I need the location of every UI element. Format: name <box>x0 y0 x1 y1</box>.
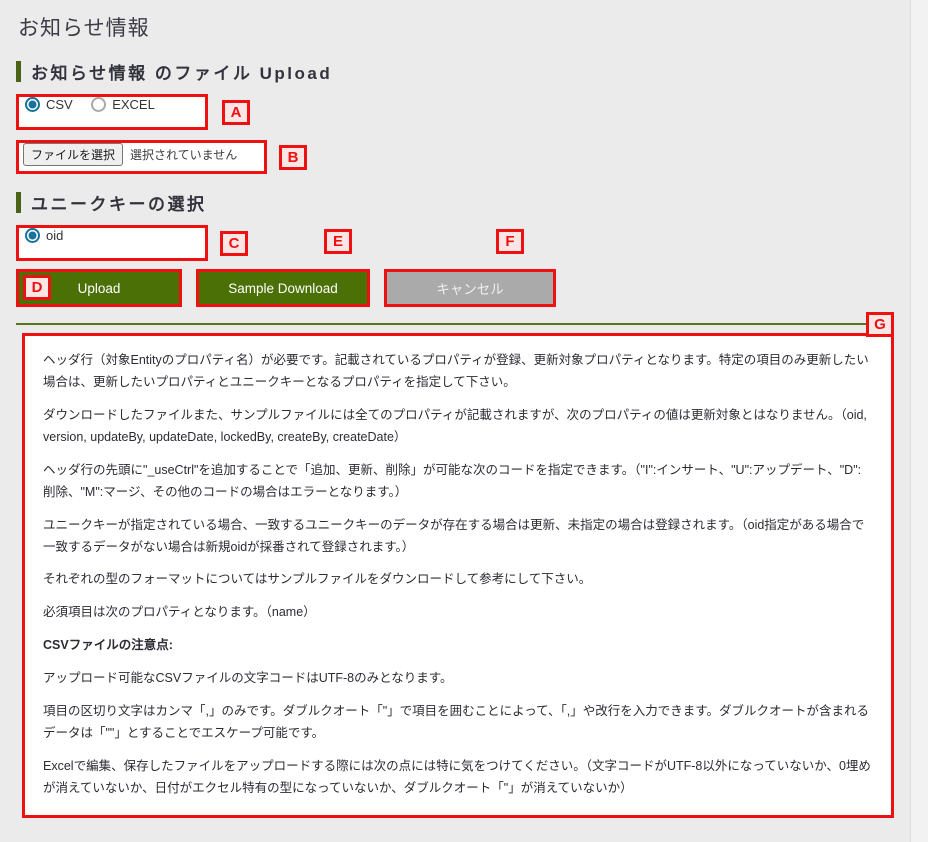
file-upload-input[interactable]: ファイルを選択 選択されていません <box>19 143 264 172</box>
file-input-inner: ファイルを選択 選択されていません <box>23 143 260 167</box>
note-paragraph: ヘッダ行（対象Entityのプロパティ名）が必要です。記載されているプロパティが… <box>43 353 869 390</box>
radio-label-oid: oid <box>46 228 64 244</box>
format-row: CSV EXCEL A <box>16 94 910 131</box>
note-paragraph: それぞれの型のフォーマットについてはサンプルファイルをダウンロードして参考にして… <box>43 572 592 587</box>
upload-section-heading: お知らせ情報 のファイル Upload <box>16 59 910 84</box>
note-paragraph-heading: CSVファイルの注意点: <box>43 638 173 653</box>
right-edge-strip <box>910 0 928 842</box>
note-paragraph: ヘッダ行の先頭に"_useCtrl"を追加することで「追加、更新、削除」が可能な… <box>43 462 862 499</box>
annotation-badge-b: B <box>279 144 307 170</box>
radio-option-oid[interactable]: oid <box>25 228 64 244</box>
annotation-outline-b: ファイルを選択 選択されていません <box>16 140 267 175</box>
upload-page: お知らせ情報 お知らせ情報 のファイル Upload CSV EXCEL A フ… <box>0 0 910 842</box>
radio-option-csv[interactable]: CSV <box>25 97 73 113</box>
annotation-outline-a: CSV EXCEL <box>16 94 208 131</box>
note-paragraph: アップロード可能なCSVファイルの文字コードはUTF-8のみとなります。 <box>43 671 453 686</box>
radio-indicator-excel[interactable] <box>91 97 107 113</box>
sample-download-button[interactable]: Sample Download <box>199 272 367 305</box>
note-paragraph: ダウンロードしたファイルまた、サンプルファイルには全てのプロパティが記載されます… <box>43 408 867 445</box>
file-input-row: ファイルを選択 選択されていません B <box>16 140 910 175</box>
section-divider <box>16 323 894 326</box>
annotation-badge-g: G <box>866 312 894 338</box>
action-button-row: Upload D Sample Download キャンセル <box>16 269 910 308</box>
notes-panel: ヘッダ行（対象Entityのプロパティ名）が必要です。記載されているプロパティが… <box>25 336 891 816</box>
uniquekey-section-heading: ユニークキーの選択 <box>16 190 910 215</box>
file-format-radio-group[interactable]: CSV EXCEL <box>19 97 205 128</box>
annotation-outline-f: キャンセル <box>384 269 556 308</box>
annotation-outline-e: Sample Download <box>196 269 370 308</box>
radio-indicator-oid[interactable] <box>25 228 40 244</box>
radio-label-excel: EXCEL <box>112 97 155 113</box>
cancel-button[interactable]: キャンセル <box>387 272 553 305</box>
choose-file-button[interactable]: ファイルを選択 <box>23 143 124 167</box>
annotation-badge-f: F <box>496 229 524 255</box>
radio-indicator-csv[interactable] <box>25 97 40 113</box>
annotation-badge-e: E <box>324 229 352 255</box>
annotation-outline-c: oid <box>16 225 208 262</box>
page-title: お知らせ情報 <box>18 17 150 40</box>
selected-file-status: 選択されていません <box>130 148 238 163</box>
annotation-outline-d: Upload D <box>16 269 182 308</box>
uniquekey-section-heading-label: ユニークキーの選択 <box>31 195 207 215</box>
note-paragraph: 必須項目は次のプロパティとなります。（name） <box>43 605 316 620</box>
annotation-badge-d: D <box>23 275 51 301</box>
radio-label-csv: CSV <box>46 97 73 113</box>
divider-area: G <box>0 312 910 338</box>
note-paragraph: Excelで編集、保存したファイルをアップロードする際には次の点には特に気をつけ… <box>43 758 871 795</box>
note-paragraph: 項目の区切り文字はカンマ「,」のみです。ダブルクオート「"」で項目を囲むことによ… <box>43 703 870 740</box>
note-paragraph: ユニークキーが指定されている場合、一致するユニークキーのデータが存在する場合は更… <box>43 517 865 554</box>
heading-accent-bar <box>16 192 21 214</box>
annotation-badge-c: C <box>220 230 248 256</box>
radio-option-excel[interactable]: EXCEL <box>91 97 155 113</box>
uniquekey-row: oid C E F <box>16 225 910 262</box>
upload-section-heading-label: お知らせ情報 のファイル Upload <box>31 64 333 84</box>
heading-accent-bar <box>16 61 21 83</box>
uniquekey-radio-group[interactable]: oid <box>19 228 205 259</box>
annotation-badge-a: A <box>222 99 250 125</box>
annotation-outline-g: ヘッダ行（対象Entityのプロパティ名）が必要です。記載されているプロパティが… <box>22 333 894 819</box>
